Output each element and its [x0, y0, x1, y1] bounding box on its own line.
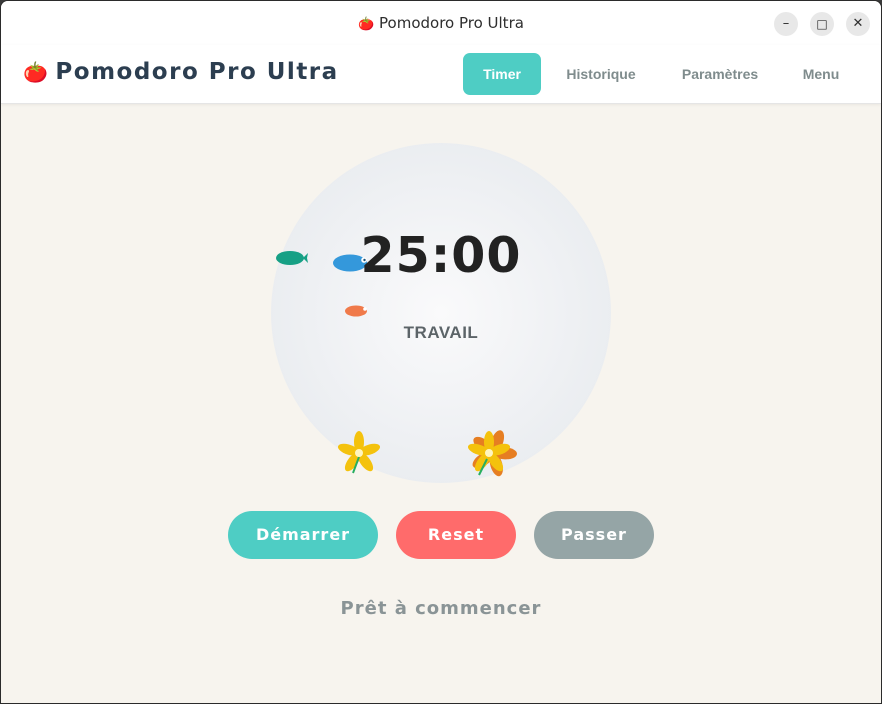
- title-bar: 🍅 Pomodoro Pro Ultra – □ ✕: [1, 1, 881, 46]
- minimize-button[interactable]: –: [774, 12, 798, 36]
- maximize-button[interactable]: □: [810, 12, 834, 36]
- orange-fish-icon: [345, 305, 367, 317]
- tab-menu[interactable]: Menu: [791, 53, 851, 95]
- orange-flower-icon: [467, 430, 517, 477]
- timer-display: 25:00: [360, 227, 522, 284]
- status-text: Prêt à commencer: [340, 598, 542, 619]
- window-title-text: Pomodoro Pro Ultra: [379, 14, 524, 32]
- yellow-flower-icon: [337, 431, 381, 474]
- reset-button[interactable]: Reset: [396, 511, 516, 559]
- maximize-icon: □: [816, 17, 828, 31]
- skip-button[interactable]: Passer: [534, 511, 654, 559]
- close-icon: ✕: [852, 16, 864, 31]
- tomato-icon: 🍅: [358, 17, 375, 32]
- timer-circle: [271, 143, 611, 483]
- tab-historique[interactable]: Historique: [557, 53, 645, 95]
- tab-parametres[interactable]: Paramètres: [669, 53, 771, 95]
- start-button[interactable]: Démarrer: [228, 511, 378, 559]
- timer-mode-label: TRAVAIL: [403, 323, 479, 342]
- app-header: 🍅 Pomodoro Pro Ultra Timer Historique Par…: [1, 45, 881, 104]
- window-title: 🍅 Pomodoro Pro Ultra: [1, 14, 881, 32]
- nav-bar: Timer Historique Paramètres Menu: [1, 53, 881, 95]
- close-button[interactable]: ✕: [846, 12, 870, 36]
- tab-timer[interactable]: Timer: [463, 53, 541, 95]
- app-window: 🍅 Pomodoro Pro Ultra – □ ✕ 🍅 Pomodoro Pro…: [0, 0, 882, 704]
- minimize-icon: –: [782, 16, 790, 31]
